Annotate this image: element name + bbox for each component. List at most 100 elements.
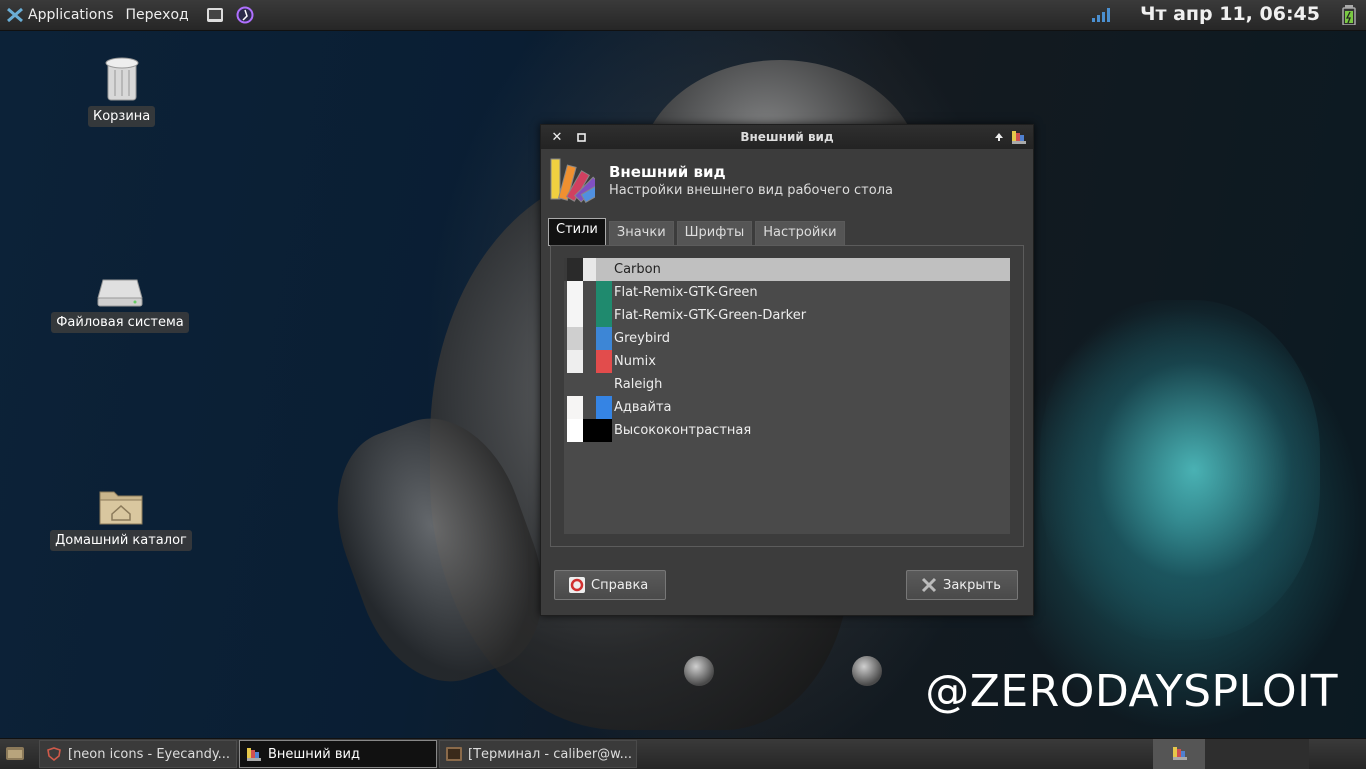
- close-button[interactable]: Закрыть: [906, 570, 1018, 600]
- drive-icon: [97, 279, 143, 307]
- theme-color-swatch: [564, 419, 612, 442]
- taskbar-item-browser[interactable]: [neon icons - Eyecandy...: [39, 740, 237, 768]
- close-x-icon: [921, 577, 937, 593]
- theme-list[interactable]: Carbon Flat-Remix-GTK-Green Flat-Remix-GTK…: [564, 258, 1010, 534]
- browser-launcher-icon[interactable]: [235, 5, 255, 25]
- dialog-header: Внешний вид Настройки внешнего вид рабоч…: [549, 157, 893, 203]
- theme-swatch-color: [567, 350, 583, 373]
- theme-swatch-color: [583, 304, 596, 327]
- shield-browser-icon: [46, 746, 62, 762]
- panel-clock[interactable]: Чт апр 11, 06:45: [1140, 3, 1320, 25]
- theme-swatch-color: [596, 373, 612, 396]
- theme-list-item[interactable]: Высококонтрастная: [564, 419, 1010, 442]
- watermark-text: @ZERODAYSPLOIT: [925, 666, 1338, 717]
- home-folder-icon: [99, 491, 143, 525]
- tab-fonts[interactable]: Шрифты: [676, 221, 753, 245]
- theme-swatch-color: [583, 327, 596, 350]
- theme-list-item[interactable]: Carbon: [564, 258, 1010, 281]
- theme-list-item[interactable]: Numix: [564, 350, 1010, 373]
- taskbar-item-label: [Терминал - caliber@w...: [468, 746, 633, 762]
- desktop-icon-trash[interactable]: Корзина: [88, 54, 156, 127]
- theme-list-item[interactable]: Flat-Remix-GTK-Green-Darker: [564, 304, 1010, 327]
- dialog-tabs: Стили Значки Шрифты Настройки: [548, 218, 848, 246]
- applications-label: Applications: [28, 7, 114, 23]
- theme-name: Flat-Remix-GTK-Green: [614, 285, 758, 300]
- theme-color-swatch: [564, 396, 612, 419]
- terminal-icon: [446, 746, 462, 762]
- theme-swatch-color: [596, 258, 612, 281]
- color-palette-icon[interactable]: [1009, 127, 1029, 147]
- network-signal-icon[interactable]: [1092, 8, 1110, 26]
- show-desktop-icon[interactable]: [6, 745, 24, 765]
- desktop-icon-home[interactable]: Домашний каталог: [50, 486, 192, 551]
- taskbar-item-label: Внешний вид: [268, 746, 360, 762]
- theme-name: Carbon: [614, 262, 661, 277]
- theme-list-item[interactable]: Flat-Remix-GTK-Green: [564, 281, 1010, 304]
- taskbar-item-appearance[interactable]: Внешний вид: [239, 740, 437, 768]
- theme-swatch-color: [583, 373, 596, 396]
- close-icon[interactable]: ✕: [547, 127, 567, 147]
- theme-name: Высококонтрастная: [614, 423, 752, 438]
- theme-swatch-color: [567, 419, 583, 442]
- theme-swatch-color: [567, 327, 583, 350]
- theme-swatch-color: [583, 419, 596, 442]
- theme-color-swatch: [564, 327, 612, 350]
- theme-name: Greybird: [614, 331, 671, 346]
- theme-swatch-color: [567, 396, 583, 419]
- theme-name: Flat-Remix-GTK-Green-Darker: [614, 308, 807, 323]
- theme-name: Numix: [614, 354, 656, 369]
- desktop-icon-label: Файловая система: [51, 312, 189, 333]
- goto-menu[interactable]: Переход: [120, 0, 195, 30]
- workspace-switcher-empty[interactable]: [1205, 739, 1309, 769]
- theme-swatch-color: [596, 419, 612, 442]
- color-palette-icon: [550, 158, 595, 203]
- dialog-titlebar[interactable]: ✕ Внешний вид: [541, 125, 1033, 149]
- taskbar-item-terminal[interactable]: [Терминал - caliber@w...: [439, 740, 637, 768]
- maximize-icon[interactable]: [571, 127, 591, 147]
- theme-list-item[interactable]: Raleigh: [564, 373, 1010, 396]
- arrow-up-icon[interactable]: [989, 127, 1009, 147]
- theme-swatch-color: [567, 304, 583, 327]
- tab-styles[interactable]: Стили: [548, 218, 606, 246]
- theme-color-swatch: [564, 258, 612, 281]
- desktop-icon-label: Домашний каталог: [50, 530, 192, 551]
- wallpaper-orb: [684, 656, 714, 686]
- color-palette-icon: [1172, 745, 1188, 765]
- applications-menu[interactable]: Applications: [0, 0, 120, 30]
- color-palette-icon: [246, 746, 262, 762]
- theme-swatch-color: [596, 327, 612, 350]
- tab-settings[interactable]: Настройки: [755, 221, 845, 245]
- theme-color-swatch: [564, 304, 612, 327]
- theme-swatch-color: [596, 350, 612, 373]
- help-button[interactable]: Справка: [554, 570, 666, 600]
- tab-icons[interactable]: Значки: [608, 221, 674, 245]
- styles-tab-panel: Carbon Flat-Remix-GTK-Green Flat-Remix-GTK…: [550, 245, 1024, 547]
- dialog-window-title: Внешний вид: [740, 130, 834, 144]
- trash-icon: [105, 57, 139, 101]
- appearance-dialog: ✕ Внешний вид Внешний вид Настройки внеш…: [540, 124, 1034, 616]
- close-label: Закрыть: [943, 577, 1001, 593]
- theme-color-swatch: [564, 281, 612, 304]
- theme-list-item[interactable]: Greybird: [564, 327, 1010, 350]
- workspace-switcher[interactable]: [1153, 739, 1205, 769]
- battery-icon[interactable]: [1342, 5, 1356, 29]
- bottom-taskbar: [neon icons - Eyecandy... Внешний вид [Т…: [0, 738, 1366, 769]
- theme-name: Raleigh: [614, 377, 663, 392]
- theme-swatch-color: [583, 258, 596, 281]
- theme-swatch-color: [583, 350, 596, 373]
- theme-color-swatch: [564, 373, 612, 396]
- taskbar-item-label: [neon icons - Eyecandy...: [68, 746, 231, 762]
- theme-list-item[interactable]: Адвайта: [564, 396, 1010, 419]
- terminal-launcher-icon[interactable]: [205, 5, 225, 25]
- theme-swatch-color: [567, 258, 583, 281]
- help-label: Справка: [591, 577, 649, 593]
- dialog-header-subtitle: Настройки внешнего вид рабочего стола: [609, 183, 893, 198]
- theme-swatch-color: [567, 373, 583, 396]
- theme-swatch-color: [583, 396, 596, 419]
- theme-name: Адвайта: [614, 400, 672, 415]
- wallpaper-glowing-hand: [1040, 300, 1320, 640]
- theme-swatch-color: [596, 304, 612, 327]
- desktop-icon-filesystem[interactable]: Файловая система: [51, 276, 189, 333]
- theme-color-swatch: [564, 350, 612, 373]
- help-lifebuoy-icon: [569, 577, 585, 593]
